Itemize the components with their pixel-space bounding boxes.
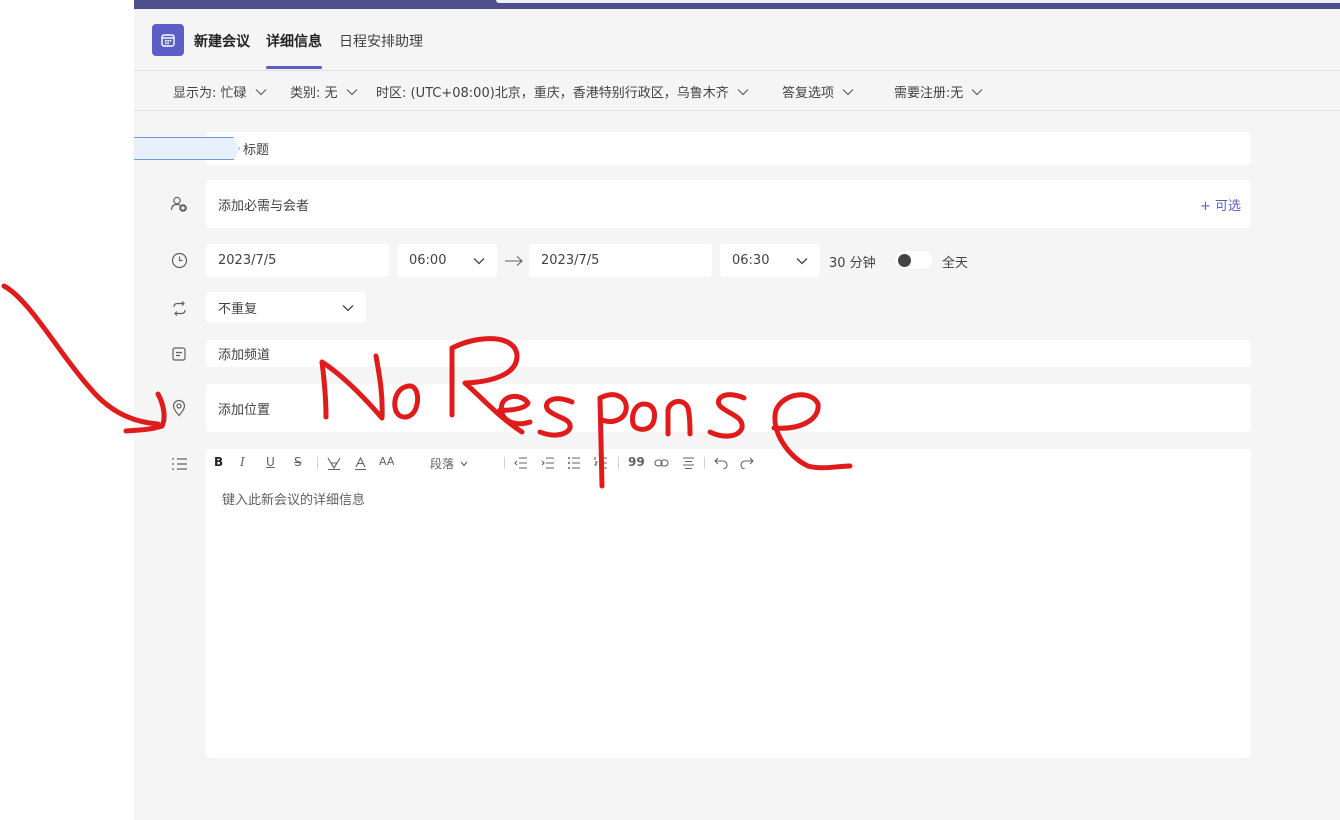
chevron-down-icon [342,304,354,311]
end-date-value: 2023/7/5 [541,253,600,268]
numbered-list-icon[interactable] [594,457,608,469]
font-color-icon[interactable] [354,457,367,470]
italic-button[interactable]: I [240,455,245,469]
toolbar-divider [504,457,505,469]
font-size-button[interactable]: AA [379,455,394,468]
end-date-picker[interactable]: 2023/7/5 [529,244,712,277]
channel-input[interactable]: 添加频道 [206,340,1251,367]
top-scrollbar[interactable] [496,0,1340,3]
strikethrough-button[interactable]: S [294,455,302,469]
meeting-options-bar: 显示为: 忙碌 类别: 无 时区: (UTC+08:00)北京，重庆，香港特别行… [134,71,1340,111]
arrow-right-icon [505,256,523,266]
all-day-label: 全天 [942,256,969,271]
highlight-icon[interactable] [327,457,341,470]
clock-icon [170,251,188,269]
underline-button[interactable]: U [266,455,275,469]
end-time-dropdown[interactable]: 06:30 [720,244,820,277]
toggle-knob [898,254,911,267]
bold-button[interactable]: B [214,455,223,469]
chevron-down-icon [255,88,266,95]
link-icon[interactable] [654,458,669,468]
quote-button[interactable]: 99 [628,455,645,469]
duration-label: 30 分钟 [829,256,876,271]
details-placeholder: 键入此新会议的详细信息 [222,493,366,508]
toolbar-divider [704,457,705,469]
end-time-value: 06:30 [732,253,770,268]
details-editor[interactable]: B I U S AA 段落 99 键入此新会议的详细信息 [206,449,1251,758]
location-pin-icon [170,399,188,417]
timezone-dropdown[interactable]: 时区: (UTC+08:00)北京，重庆，香港特别行政区，乌鲁木齐 [376,82,749,101]
toolbar-divider [317,457,318,469]
start-date-picker[interactable]: 2023/7/5 [206,244,389,277]
increase-indent-icon[interactable] [541,457,555,469]
location-placeholder: 添加位置 [218,402,271,418]
start-time-value: 06:00 [409,253,447,268]
chevron-down-icon [737,88,749,95]
timezone-label: 时区: (UTC+08:00)北京，重庆，香港特别行政区，乌鲁木齐 [376,86,729,101]
category-label: 类别: 无 [290,86,338,101]
attendees-input[interactable]: 添加必需与会者 + 可选 [206,180,1251,228]
title-field-focus-outline [134,137,240,160]
response-options-label: 答复选项 [782,86,835,101]
registration-label: 需要注册:无 [894,86,964,101]
add-optional-attendee-link[interactable]: + 可选 [1200,195,1241,214]
attendees-placeholder: 添加必需与会者 [218,198,310,214]
start-time-dropdown[interactable]: 06:00 [397,244,497,277]
location-input[interactable]: 添加位置 [206,384,1251,432]
add-attendee-icon [170,195,188,213]
chevron-down-icon [473,257,485,264]
toolbar-divider [618,457,619,469]
repeat-dropdown[interactable]: 不重复 [206,292,366,323]
tab-scheduling-assistant[interactable]: 日程安排助理 [339,31,423,51]
chevron-down-icon [796,257,808,264]
tab-details[interactable]: 详细信息 [266,31,322,51]
paragraph-style-dropdown[interactable]: 段落 [430,455,468,472]
paragraph-style-label: 段落 [430,457,455,471]
chevron-down-icon [971,88,983,95]
show-as-label: 显示为: 忙碌 [173,86,247,101]
undo-icon[interactable] [714,457,728,469]
text-align-icon[interactable] [682,457,695,470]
meeting-header: 新建会议 详细信息 日程安排助理 [134,9,1340,71]
repeat-icon [170,299,188,317]
title-input[interactable]: 标题 [206,132,1251,165]
meeting-form-window: 新建会议 详细信息 日程安排助理 显示为: 忙碌 类别: 无 时区: (UTC+… [134,0,1340,820]
repeat-value: 不重复 [218,302,258,317]
all-day-toggle[interactable] [894,250,934,270]
response-options-dropdown[interactable]: 答复选项 [782,82,854,101]
show-as-dropdown[interactable]: 显示为: 忙碌 [173,82,267,101]
chevron-down-icon [346,88,357,95]
channel-icon [170,345,188,363]
decrease-indent-icon[interactable] [514,457,528,469]
app-title: 新建会议 [194,34,250,50]
chevron-down-icon [842,88,854,95]
registration-dropdown[interactable]: 需要注册:无 [894,82,983,101]
calendar-icon [152,24,184,56]
active-tab-indicator [266,66,322,69]
chevron-down-icon [460,461,468,466]
start-date-value: 2023/7/5 [218,253,277,268]
title-bar-strip [134,0,1340,9]
bulleted-list-icon[interactable] [567,457,581,469]
details-list-icon [170,455,188,473]
redo-icon[interactable] [740,457,754,469]
channel-placeholder: 添加频道 [218,348,271,363]
category-dropdown[interactable]: 类别: 无 [290,82,358,101]
